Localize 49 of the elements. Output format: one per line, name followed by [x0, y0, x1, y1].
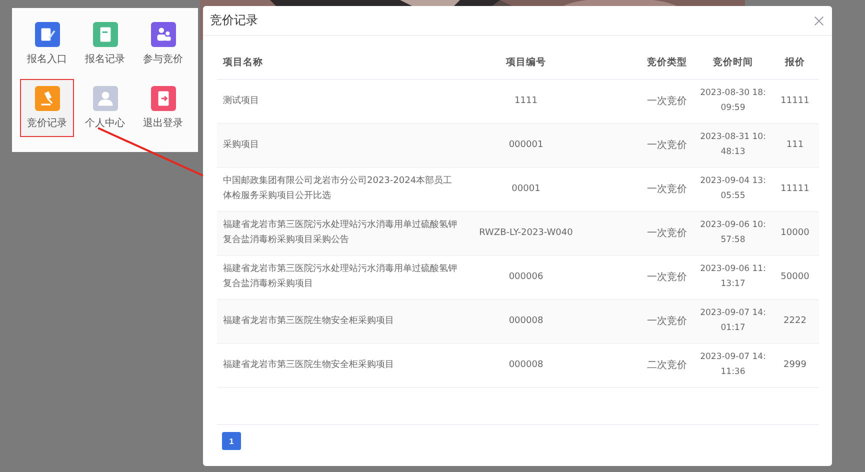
- table-cell-text: 2023-09-06 10:57:58: [700, 219, 766, 247]
- dialog-title: 竞价记录: [210, 12, 258, 29]
- table-cell-text: 2023-09-07 14:01:17: [700, 307, 766, 335]
- table-cell-text: 福建省龙岩市第三医院污水处理站污水消毒用单过硫酸氢钾复合盐消毒粉采购项目: [223, 262, 458, 291]
- menu-item[interactable]: 个人中心: [78, 79, 132, 137]
- menu-item[interactable]: 退出登录: [136, 79, 190, 137]
- menu-item[interactable]: 报名入口: [20, 15, 74, 73]
- table-cell-text: 2023-09-06 11:13:17: [700, 263, 766, 291]
- table-cell-text: 2023-09-04 13:05:55: [700, 175, 766, 203]
- table-cell-text: 测试项目: [223, 94, 260, 108]
- table-cell-text: 000001: [508, 138, 544, 152]
- table-cell-text: 一次竞价: [647, 314, 687, 328]
- menu-item[interactable]: 报名记录: [78, 15, 132, 73]
- table-cell-text: 000006: [508, 270, 544, 284]
- table-cell-text: 2023-08-30 18:09:59: [700, 87, 766, 115]
- column-header: 项目名称: [217, 46, 467, 79]
- table-cell-text: 2023-08-31 10:48:13: [700, 131, 766, 159]
- menu-item[interactable]: 参与竞价: [136, 15, 190, 73]
- table-cell-text: 一次竞价: [647, 182, 687, 196]
- table-cell-text: 11111: [780, 182, 810, 196]
- table-cell-text: 福建省龙岩市第三医院生物安全柜采购项目: [223, 358, 395, 372]
- table-cell-text: 采购项目: [223, 138, 260, 152]
- table-cell-text: 50000: [780, 270, 810, 284]
- table-cell-text: 000008: [508, 358, 544, 372]
- table-cell-text: 福建省龙岩市第三医院生物安全柜采购项目: [223, 314, 395, 328]
- table-cell-text: 一次竞价: [647, 138, 687, 152]
- table-cell-text: 10000: [780, 226, 810, 240]
- table-cell-text: 111: [786, 138, 804, 152]
- column-header: 竞价时间: [695, 46, 771, 79]
- table-cell-text: 000008: [508, 314, 544, 328]
- column-header: 项目编号: [467, 46, 585, 79]
- column-header: 竞价类型: [585, 46, 695, 79]
- table-cell-text: 1111: [514, 94, 538, 108]
- table-cell-text: 二次竞价: [647, 358, 687, 372]
- table-cell-text: 2222: [784, 314, 806, 328]
- page-button[interactable]: 1: [222, 432, 241, 450]
- table-cell-text: 一次竞价: [647, 94, 687, 108]
- close-icon[interactable]: [814, 16, 824, 26]
- table-cell-text: 00001: [512, 182, 540, 196]
- table-cell-text: 2999: [784, 358, 806, 372]
- table-cell-text: 11111: [780, 94, 810, 108]
- menu-item[interactable]: 竞价记录: [20, 79, 74, 137]
- table-cell-text: 中国邮政集团有限公司龙岩市分公司2023-2024本部员工体检服务采购项目公开比选: [223, 174, 454, 203]
- table-cell-text: 2023-09-07 14:11:36: [700, 351, 766, 379]
- table-cell-text: 一次竞价: [647, 270, 687, 284]
- table-cell-text: RWZB-LY-2023-W040: [479, 226, 573, 240]
- table-cell-text: 福建省龙岩市第三医院污水处理站污水消毒用单过硫酸氢钾复合盐消毒粉采购项目采购公告: [223, 218, 458, 247]
- table-cell-text: 一次竞价: [647, 226, 687, 240]
- column-header: 报价: [771, 46, 819, 79]
